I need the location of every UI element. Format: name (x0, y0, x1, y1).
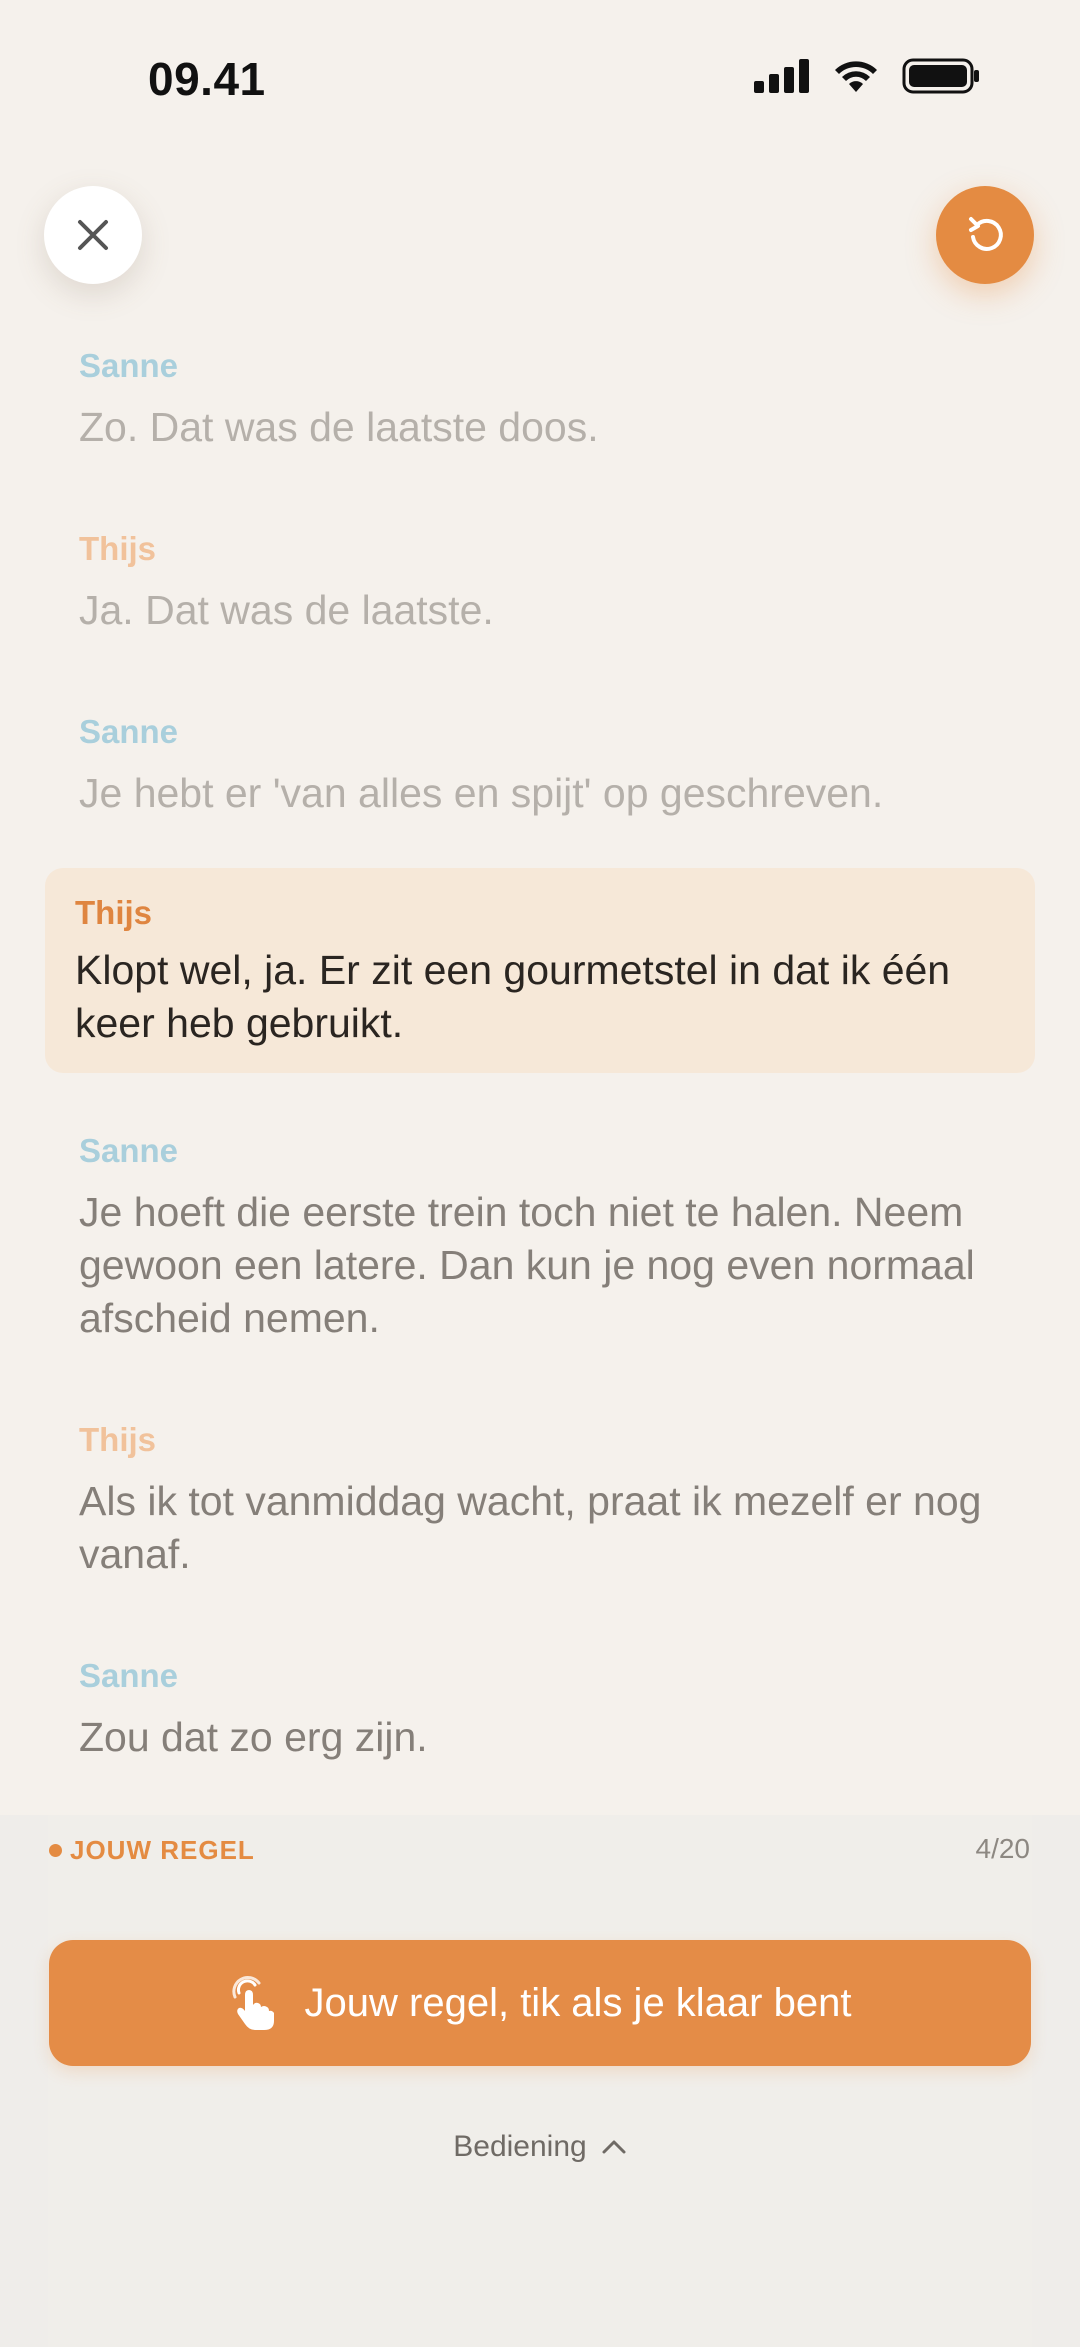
line-text: Zou dat zo erg zijn. (79, 1714, 428, 1760)
line-text: Je hoeft die eerste trein toch niet te h… (79, 1189, 975, 1341)
line-text: Klopt wel, ja. Er zit een gourmetstel in… (75, 947, 951, 1046)
status-time: 09.41 (148, 53, 266, 105)
speaker-name: Sanne (79, 1132, 179, 1169)
speaker-name: Sanne (79, 713, 179, 750)
line-text: Zo. Dat was de laatste doos. (79, 404, 599, 450)
bottom-panel-inner (48, 1815, 1032, 2347)
line-counter: 4/20 (975, 1833, 1031, 1864)
speaker-name: Sanne (79, 347, 179, 384)
restart-icon (969, 217, 1003, 251)
close-button[interactable] (44, 186, 142, 284)
script-line[interactable]: Thijs Als ik tot vanmiddag wacht, praat … (79, 1421, 1009, 1581)
signal-icon (754, 59, 809, 93)
wifi-icon (835, 61, 877, 92)
accent-dot (49, 1844, 62, 1857)
speaker-name: Thijs (79, 1421, 157, 1458)
speaker-name: Sanne (79, 1657, 179, 1694)
cue-button[interactable]: Jouw regel, tik als je klaar bent (49, 1940, 1031, 2066)
your-line-label: JOUW REGEL (70, 1835, 255, 1865)
your-line-indicator: JOUW REGEL (49, 1835, 255, 1866)
controls-toggle[interactable]: Bediening (0, 2130, 1080, 2164)
status-bar: 09.41 (0, 0, 1080, 150)
line-text: Je hebt er 'van alles en spijt' op gesch… (79, 770, 884, 816)
script-line[interactable]: Sanne Je hebt er 'van alles en spijt' op… (79, 713, 1009, 820)
script-line[interactable]: Sanne Je hoeft die eerste trein toch nie… (79, 1132, 1009, 1345)
bottom-panel (0, 1815, 1080, 2347)
script-line[interactable]: Thijs Ja. Dat was de laatste. (79, 530, 1009, 637)
restart-button[interactable] (936, 186, 1034, 284)
battery-icon (902, 58, 979, 94)
line-text: Als ik tot vanmiddag wacht, praat ik mez… (79, 1478, 982, 1577)
chevron-up-icon (602, 2140, 626, 2154)
controls-label: Bediening (453, 2130, 587, 2163)
speaker-name: Thijs (79, 530, 157, 567)
cue-button-label: Jouw regel, tik als je klaar bent (304, 1980, 852, 2025)
current-line[interactable]: Thijs Klopt wel, ja. Er zit een gourmets… (45, 868, 1035, 1073)
speaker-name: Thijs (75, 894, 153, 931)
tap-hand-icon (231, 1976, 274, 2030)
script-line[interactable]: Sanne Zo. Dat was de laatste doos. (79, 347, 1009, 454)
script-line[interactable]: Sanne Zou dat zo erg zijn. (79, 1657, 1009, 1764)
close-icon (78, 220, 108, 250)
status-icons (754, 58, 980, 94)
line-text: Ja. Dat was de laatste. (79, 587, 494, 633)
